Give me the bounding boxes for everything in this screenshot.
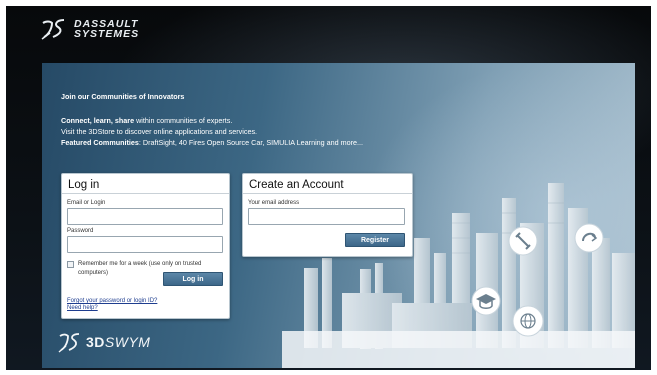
register-form: Your email address bbox=[243, 194, 412, 228]
password-field[interactable] bbox=[67, 236, 223, 253]
register-email-field[interactable] bbox=[248, 208, 405, 225]
brand-wordmark: DASSAULT SYSTEMES bbox=[74, 19, 140, 40]
login-form: Email or Login Password Remember me for … bbox=[62, 194, 229, 280]
promo-line-3: Featured Communities: DraftSight, 40 Fir… bbox=[61, 137, 363, 148]
remember-me-checkbox[interactable] bbox=[67, 261, 74, 268]
brand-swym: SWYM bbox=[104, 334, 151, 350]
brand-3d: 3D bbox=[86, 334, 105, 350]
hero-panel: Join our Communities of Innovators Conne… bbox=[42, 63, 635, 368]
promo-line-3-bold: Featured Communities bbox=[61, 138, 139, 147]
dassault-systemes-logo: DASSAULT SYSTEMES bbox=[40, 15, 139, 43]
login-card: Log in Email or Login Password Remember … bbox=[61, 173, 230, 319]
promo-title: Join our Communities of Innovators bbox=[61, 92, 185, 101]
email-or-login-field[interactable] bbox=[67, 208, 223, 225]
share-icon bbox=[574, 223, 604, 253]
login-title: Log in bbox=[62, 174, 229, 194]
password-label: Password bbox=[67, 228, 94, 234]
connect-icon bbox=[508, 226, 538, 256]
login-button[interactable]: Log in bbox=[163, 272, 223, 286]
promo-text: Join our Communities of Innovators Conne… bbox=[61, 91, 363, 148]
graduation-cap-icon bbox=[471, 286, 501, 316]
brand-line-2: SYSTEMES bbox=[74, 28, 140, 40]
promo-line-3-rest: : DraftSight, 40 Fires Open Source Car, … bbox=[138, 138, 364, 147]
register-email-label: Your email address bbox=[248, 200, 300, 206]
promo-line-1: Connect, learn, share within communities… bbox=[61, 115, 363, 126]
register-button[interactable]: Register bbox=[345, 233, 405, 247]
page-background: DASSAULT SYSTEMES Join our Communities o… bbox=[6, 6, 651, 370]
ds-logo-icon bbox=[41, 19, 65, 40]
email-label: Email or Login bbox=[67, 200, 106, 206]
login-links: Forgot your password or login ID? Need h… bbox=[67, 298, 157, 312]
promo-line-1-rest: within communities of experts. bbox=[134, 116, 233, 125]
create-account-title: Create an Account bbox=[243, 174, 412, 194]
globe-icon bbox=[512, 305, 544, 337]
3dswym-wordmark: 3DSWYM bbox=[86, 334, 150, 350]
create-account-card: Create an Account Your email address Reg… bbox=[242, 173, 413, 257]
need-help-link[interactable]: Need help? bbox=[67, 305, 157, 312]
ds-logo-icon bbox=[58, 333, 80, 353]
3dswym-logo: 3DSWYM bbox=[58, 331, 150, 353]
promo-line-2: Visit the 3DStore to discover online app… bbox=[61, 127, 258, 136]
promo-line-1-bold: Connect, learn, share bbox=[61, 116, 135, 125]
forgot-password-link[interactable]: Forgot your password or login ID? bbox=[67, 298, 157, 305]
